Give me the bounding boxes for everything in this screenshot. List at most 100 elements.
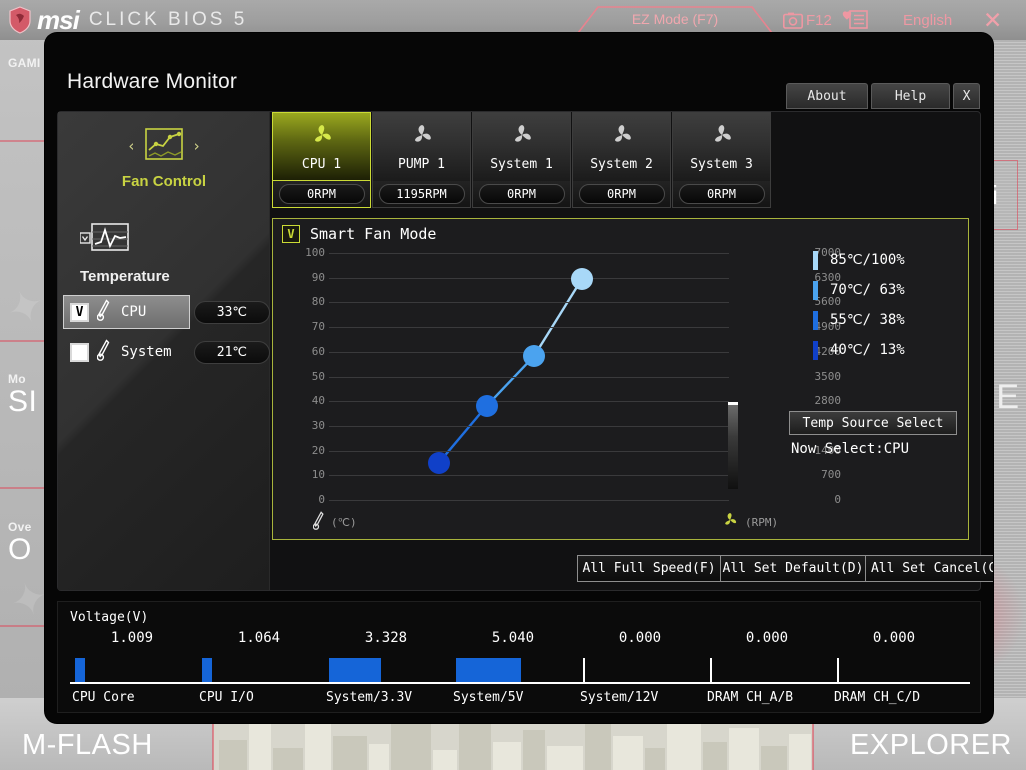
fan-control-section[interactable]: ‹ › Fan Control [58, 128, 270, 190]
y2-axis-tick: 700 [821, 468, 841, 481]
voltage-label: CPU Core [72, 690, 135, 705]
fan-icon [409, 122, 435, 152]
voltage-value: 1.064 [237, 630, 281, 646]
sensor-row-cpu[interactable]: V CPU 33℃ [63, 294, 270, 330]
voltage-value: 3.328 [364, 630, 408, 646]
voltage-label: System/3.3V [326, 690, 413, 705]
fan-curve-point-3[interactable] [523, 344, 546, 367]
fan-rpm-value: 0RPM [478, 184, 565, 204]
sensor-row-system[interactable]: System 21℃ [63, 334, 270, 370]
background-right-word: E [996, 378, 1020, 416]
mflash-label[interactable]: M-FLASH [22, 729, 153, 762]
fan-curve-legend: 85℃/100% 70℃/ 63% 55℃/ 38% 40℃/ 13% [813, 245, 905, 365]
fan-tab-top[interactable]: System 1 [472, 112, 571, 181]
rpm-unit: (RPM) [745, 515, 779, 529]
product-name: CLICK BIOS 5 [88, 9, 248, 30]
fan-tab-top[interactable]: System 2 [572, 112, 671, 181]
fan-curve-point-4[interactable] [571, 267, 594, 290]
system-sensor-checkbox[interactable] [70, 342, 89, 362]
fan-rpm-box: 0RPM [672, 181, 771, 208]
close-dialog-button[interactable]: X [953, 83, 980, 109]
y-axis-tick: 90 [311, 271, 325, 284]
fan-rpm-value: 0RPM [278, 184, 365, 204]
smart-fan-mode-checkbox[interactable]: V [282, 225, 300, 243]
msi-logo: msi CLICK BIOS 5 [8, 5, 247, 36]
fan-curve-point-1[interactable] [428, 451, 450, 474]
dialog-title: Hardware Monitor [67, 70, 238, 93]
fan-rpm-box: 0RPM [472, 181, 571, 208]
voltage-baseline [70, 682, 970, 684]
sensor-row-left[interactable]: System [63, 335, 190, 369]
rpm-axis-label: (RPM) [721, 511, 778, 533]
next-arrow-icon[interactable]: › [192, 137, 201, 155]
msi-wordmark: msi [37, 4, 80, 35]
explorer-label[interactable]: EXPLORER [850, 729, 1012, 762]
gridline [329, 278, 729, 279]
fan-action-buttons: All Full Speed(F) All Set Default(D) All… [577, 555, 993, 582]
voltage-label: DRAM CH_C/D [834, 690, 921, 705]
background-menu-small: Ove [8, 520, 32, 534]
fan-control-icon-row: ‹ › [58, 128, 270, 164]
fan-rpm-value: 0RPM [678, 184, 765, 204]
voltage-value: 0.000 [872, 630, 916, 646]
fan-tab-top[interactable]: System 3 [672, 112, 771, 181]
fan-tab-pump1[interactable]: PUMP 1 1195RPM [372, 112, 471, 208]
fan-tab-system1[interactable]: System 1 0RPM [472, 112, 571, 208]
y-axis-tick: 70 [311, 320, 325, 333]
temperature-section[interactable]: Temperature [79, 222, 170, 285]
fan-speed-indicator-bar[interactable] [728, 402, 738, 489]
voltage-column: 3.328 [324, 630, 448, 646]
fan-tab-label: PUMP 1 [398, 157, 445, 172]
cpu-sensor-label: CPU [121, 304, 147, 320]
hardware-monitor-dialog: Hardware Monitor About Help X ‹ › Fan Co… [45, 33, 993, 723]
smart-fan-mode-row[interactable]: V Smart Fan Mode [282, 225, 436, 243]
thermometer-icon [96, 339, 111, 365]
y-axis-tick: 80 [311, 295, 325, 308]
fan-tab-top[interactable]: CPU 1 [272, 112, 371, 181]
smart-fan-mode-label: Smart Fan Mode [310, 225, 437, 243]
voltage-bar [75, 658, 85, 682]
all-full-speed-button[interactable]: All Full Speed(F) [577, 555, 721, 582]
all-set-cancel-button[interactable]: All Set Cancel(C) [865, 555, 993, 582]
fan-rpm-box: 1195RPM [372, 181, 471, 208]
legend-label: 70℃/ 63% [830, 282, 905, 298]
fan-rpm-value: 1195RPM [378, 184, 465, 204]
legend-color-swatch [813, 340, 818, 360]
fan-tab-cpu1[interactable]: CPU 1 0RPM [272, 112, 371, 208]
voltage-column: 1.009 [70, 630, 194, 646]
fan-icon [609, 122, 635, 152]
cpu-temperature-value: 33℃ [193, 300, 270, 324]
fan-tab-top[interactable]: PUMP 1 [372, 112, 471, 181]
fan-tab-system3[interactable]: System 3 0RPM [672, 112, 771, 208]
y-axis-tick: 50 [311, 370, 325, 383]
fan-tab-bar: CPU 1 0RPM PUMP 1 1195RPM System 1 0RPM … [272, 112, 772, 208]
about-button[interactable]: About [786, 83, 868, 109]
cpu-sensor-checkbox[interactable]: V [70, 302, 89, 322]
voltage-column: 5.040 [451, 630, 575, 646]
gridline [329, 475, 729, 476]
msi-dragon-shield-icon [8, 6, 32, 34]
dialog-window-buttons: About Help X [783, 83, 980, 109]
system-temperature-value: 21℃ [193, 340, 270, 364]
voltage-label: CPU I/O [199, 690, 254, 705]
help-button[interactable]: Help [871, 83, 950, 109]
voltage-label: System/12V [580, 690, 659, 705]
y-axis-tick: 30 [311, 419, 325, 432]
sensor-row-left[interactable]: V CPU [63, 295, 190, 329]
temp-source-select-button[interactable]: Temp Source Select [789, 411, 957, 435]
gridline [329, 327, 729, 328]
prev-arrow-icon[interactable]: ‹ [127, 137, 136, 155]
voltage-tick [837, 658, 839, 682]
background-gaming-label: GAMI [8, 56, 41, 70]
voltage-tick [583, 658, 585, 682]
fan-tab-system2[interactable]: System 2 0RPM [572, 112, 671, 208]
ez-mode-button[interactable]: EZ Mode (F7) [576, 3, 774, 35]
all-set-default-button[interactable]: All Set Default(D) [720, 555, 866, 582]
background-menu-large: SI [8, 385, 38, 418]
fan-curve-point-2[interactable] [476, 394, 498, 417]
voltage-value: 0.000 [618, 630, 662, 646]
gridline [329, 500, 729, 501]
sidebar: ‹ › Fan Control Temperature V CPU 33℃ Sy… [58, 112, 270, 590]
y-axis-tick: 0 [318, 493, 325, 506]
fan-curve-plot[interactable]: 100 7000 90 6300 80 5600 70 4900 60 4200 50 3500 40 2… [305, 246, 841, 506]
